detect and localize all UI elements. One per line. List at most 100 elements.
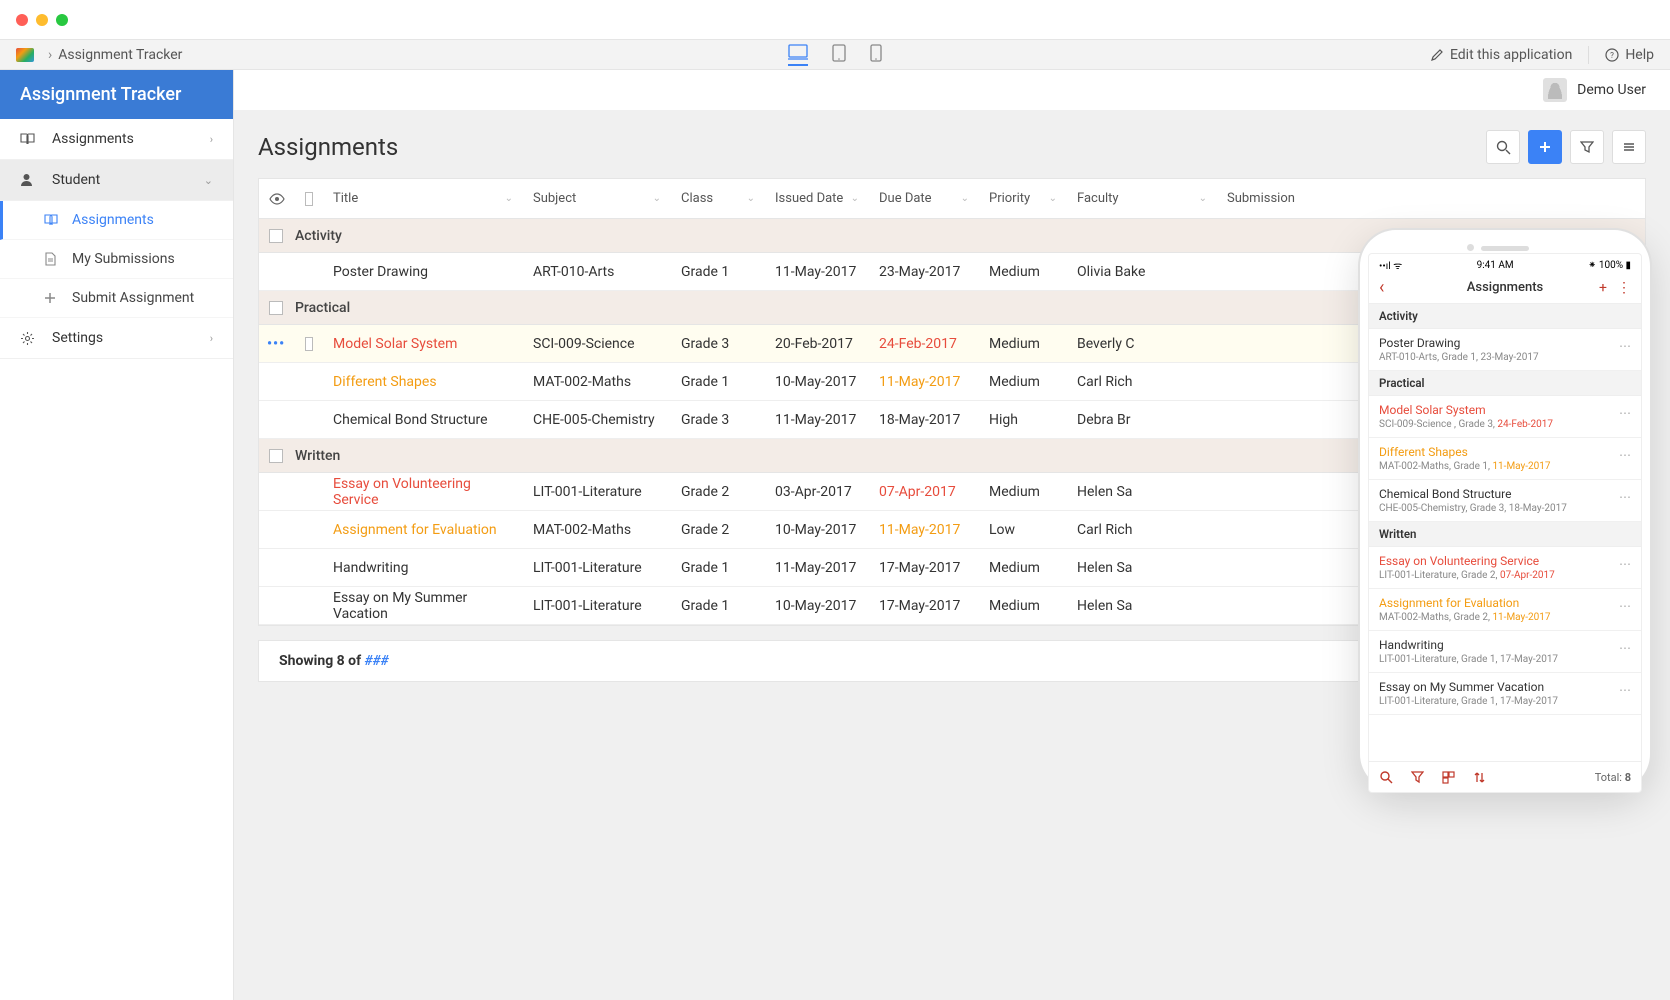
user-name[interactable]: Demo User xyxy=(1577,82,1646,98)
back-button[interactable]: ‹ xyxy=(1379,277,1384,298)
cell-subject: MAT-002-Maths xyxy=(523,522,671,538)
chevron-right-icon: › xyxy=(48,47,52,63)
more-icon[interactable]: ⋯ xyxy=(1619,557,1631,571)
subnav-submit-assignment[interactable]: Submit Assignment xyxy=(0,279,233,318)
more-icon[interactable]: ⋯ xyxy=(1619,599,1631,613)
phone-more-button[interactable]: ⋮ xyxy=(1617,280,1631,296)
phone-list-item[interactable]: Essay on My Summer Vacation LIT-001-Lite… xyxy=(1369,673,1641,715)
breadcrumb-app[interactable]: Assignment Tracker xyxy=(58,47,182,63)
phone-list-item[interactable]: Model Solar System SCI-009-Science , Gra… xyxy=(1369,396,1641,438)
col-subject[interactable]: Subject⌄ xyxy=(523,191,671,206)
phone-search-icon[interactable] xyxy=(1379,770,1393,784)
more-icon[interactable]: ⋯ xyxy=(1619,683,1631,697)
help-label: Help xyxy=(1625,47,1654,63)
subnav-my-submissions[interactable]: My Submissions xyxy=(0,240,233,279)
cell-title: Different Shapes xyxy=(323,374,523,390)
group-checkbox[interactable] xyxy=(269,301,283,315)
chevron-right-icon: › xyxy=(210,332,213,345)
maximize-window-button[interactable] xyxy=(56,14,68,26)
select-all-checkbox[interactable] xyxy=(305,192,313,206)
close-window-button[interactable] xyxy=(16,14,28,26)
desktop-device-icon[interactable] xyxy=(788,44,808,66)
sort-icon: ⌄ xyxy=(961,193,969,204)
page-title: Assignments xyxy=(258,133,398,161)
col-due[interactable]: Due Date⌄ xyxy=(869,191,979,206)
filter-button[interactable] xyxy=(1570,130,1604,164)
phone-list-item[interactable]: Chemical Bond Structure CHE-005-Chemistr… xyxy=(1369,480,1641,522)
mobile-device-icon[interactable] xyxy=(870,44,882,66)
cell-due: 23-May-2017 xyxy=(869,264,979,280)
col-issued[interactable]: Issued Date⌄ xyxy=(765,191,869,206)
tablet-device-icon[interactable] xyxy=(832,44,846,66)
chevron-down-icon: ⌄ xyxy=(204,174,213,187)
add-button[interactable] xyxy=(1528,130,1562,164)
minimize-window-button[interactable] xyxy=(36,14,48,26)
more-icon[interactable]: ⋯ xyxy=(1619,406,1631,420)
phone-filter-icon[interactable] xyxy=(1411,771,1424,784)
col-submission[interactable]: Submission xyxy=(1217,191,1645,206)
help-link[interactable]: ? Help xyxy=(1605,47,1654,63)
cell-title: Poster Drawing xyxy=(323,264,523,280)
more-icon[interactable]: ⋯ xyxy=(1619,339,1631,353)
plus-icon xyxy=(44,292,62,304)
cell-issued: 10-May-2017 xyxy=(765,522,869,538)
cell-issued: 11-May-2017 xyxy=(765,560,869,576)
phone-sort-icon[interactable] xyxy=(1473,771,1486,784)
more-icon[interactable]: ⋯ xyxy=(1619,641,1631,655)
phone-list-item[interactable]: Different Shapes MAT-002-Maths, Grade 1,… xyxy=(1369,438,1641,480)
group-label: Practical xyxy=(295,300,350,316)
sidebar: Assignment Tracker Assignments › Student… xyxy=(0,70,234,1000)
subnav-assignments[interactable]: Assignments xyxy=(0,201,233,240)
phone-item-title: Model Solar System xyxy=(1379,403,1631,417)
sidebar-title: Assignment Tracker xyxy=(0,70,233,119)
phone-list-item[interactable]: Essay on Volunteering Service LIT-001-Li… xyxy=(1369,547,1641,589)
phone-item-sub: CHE-005-Chemistry, Grade 3, 18-May-2017 xyxy=(1379,503,1631,514)
phone-add-button[interactable]: + xyxy=(1599,280,1607,296)
eye-icon[interactable] xyxy=(269,193,285,205)
phone-group-icon[interactable] xyxy=(1442,771,1455,784)
col-faculty[interactable]: Faculty⌄ xyxy=(1067,191,1217,206)
phone-header: ‹ Assignments + ⋮ xyxy=(1369,274,1641,304)
cell-class: Grade 1 xyxy=(671,560,765,576)
group-checkbox[interactable] xyxy=(269,449,283,463)
cell-title: Model Solar System xyxy=(323,336,523,352)
col-priority[interactable]: Priority⌄ xyxy=(979,191,1067,206)
cell-priority: Medium xyxy=(979,374,1067,390)
cell-faculty: Helen Sa xyxy=(1067,598,1217,614)
cell-priority: Medium xyxy=(979,484,1067,500)
subnav-label: My Submissions xyxy=(72,251,175,267)
sidebar-item-label: Assignments xyxy=(52,131,134,147)
svg-text:?: ? xyxy=(1610,51,1614,60)
sidebar-item-assignments[interactable]: Assignments › xyxy=(0,119,233,160)
gear-icon xyxy=(20,331,38,346)
signal-icon: ••ıl ᯤ xyxy=(1379,258,1402,272)
cell-due: 11-May-2017 xyxy=(869,374,979,390)
more-icon[interactable]: ⋯ xyxy=(1619,448,1631,462)
cell-issued: 11-May-2017 xyxy=(765,412,869,428)
menu-button[interactable] xyxy=(1612,130,1646,164)
col-title[interactable]: Title⌄ xyxy=(323,191,523,206)
separator xyxy=(1588,46,1589,64)
edit-application-link[interactable]: Edit this application xyxy=(1430,47,1572,63)
footer-total-link[interactable]: ### xyxy=(365,653,389,669)
group-checkbox[interactable] xyxy=(269,229,283,243)
app-logo-icon[interactable] xyxy=(16,48,34,62)
more-icon[interactable]: ⋯ xyxy=(1619,490,1631,504)
sidebar-item-settings[interactable]: Settings › xyxy=(0,318,233,359)
search-button[interactable] xyxy=(1486,130,1520,164)
mobile-preview: ••ıl ᯤ 9:41 AM ⁕ 100% ▮ ‹ Assignments + … xyxy=(1360,230,1650,790)
help-icon: ? xyxy=(1605,48,1619,62)
row-actions-icon[interactable]: ••• xyxy=(267,336,285,352)
sort-icon: ⌄ xyxy=(1199,193,1207,204)
phone-list-item[interactable]: Handwriting LIT-001-Literature, Grade 1,… xyxy=(1369,631,1641,673)
book-icon xyxy=(44,214,62,227)
user-avatar-icon[interactable] xyxy=(1543,78,1567,102)
sidebar-item-student[interactable]: Student ⌄ xyxy=(0,160,233,201)
device-preview-toggle xyxy=(788,44,882,66)
phone-list-item[interactable]: Poster Drawing ART-010-Arts, Grade 1, 23… xyxy=(1369,329,1641,371)
phone-list-item[interactable]: Assignment for Evaluation MAT-002-Maths,… xyxy=(1369,589,1641,631)
col-class[interactable]: Class⌄ xyxy=(671,191,765,206)
row-checkbox[interactable] xyxy=(305,337,313,351)
cell-subject: CHE-005-Chemistry xyxy=(523,412,671,428)
cell-issued: 10-May-2017 xyxy=(765,374,869,390)
